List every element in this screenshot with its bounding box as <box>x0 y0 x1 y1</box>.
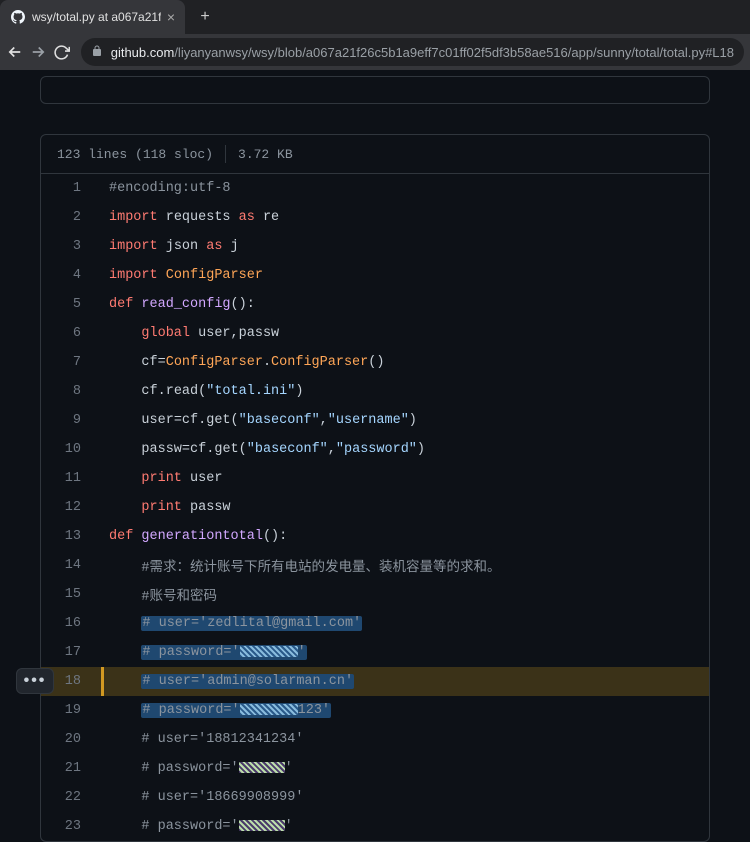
file-size: 3.72 KB <box>238 147 293 162</box>
code-area[interactable]: 1#encoding:utf-82import requests as re3i… <box>41 173 709 841</box>
line-number[interactable]: 19 <box>41 703 99 718</box>
line-number[interactable]: 15 <box>41 587 99 602</box>
line-code: # password='' <box>99 761 709 776</box>
code-line[interactable]: 8 cf.read("total.ini") <box>41 377 709 406</box>
line-code: # user='18812341234' <box>99 732 709 747</box>
github-favicon-icon <box>10 9 26 25</box>
tab-title: wsy/total.py at a067a21f26c5b1a <box>32 10 161 24</box>
line-code: user=cf.get("baseconf","username") <box>99 413 709 428</box>
code-line[interactable]: 19 # password='123' <box>41 696 709 725</box>
line-number[interactable]: 5 <box>41 297 99 312</box>
line-number[interactable]: 20 <box>41 732 99 747</box>
code-line[interactable]: 13def generationtotal(): <box>41 522 709 551</box>
code-line[interactable]: 3import json as j <box>41 232 709 261</box>
line-code: import ConfigParser <box>99 268 709 283</box>
line-number[interactable]: 9 <box>41 413 99 428</box>
code-line[interactable]: 17 # password='' <box>41 638 709 667</box>
browser-chrome: wsy/total.py at a067a21f26c5b1a × + gith… <box>0 0 750 70</box>
line-code: #账号和密码 <box>99 584 709 605</box>
line-code: # user='18669908999' <box>99 790 709 805</box>
line-code: #需求：统计账号下所有电站的发电量、装机容量等的求和。 <box>99 555 709 576</box>
line-code: print passw <box>99 500 709 515</box>
obscured-text <box>239 820 285 831</box>
prev-toolbar-placeholder <box>40 76 710 104</box>
line-number[interactable]: 16 <box>41 616 99 631</box>
url-text: github.com/liyanyanwsy/wsy/blob/a067a21f… <box>111 45 734 60</box>
code-line[interactable]: 10 passw=cf.get("baseconf","password") <box>41 435 709 464</box>
file-header: 123 lines (118 sloc) 3.72 KB <box>41 135 709 173</box>
line-actions-button[interactable]: ••• <box>16 668 54 694</box>
line-code: # user='zedlital@gmail.com' <box>99 616 709 631</box>
line-number[interactable]: 1 <box>41 181 99 196</box>
line-number[interactable]: 12 <box>41 500 99 515</box>
line-code: import json as j <box>99 239 709 254</box>
obscured-text <box>239 762 285 773</box>
line-number[interactable]: 10 <box>41 442 99 457</box>
line-code: print user <box>99 471 709 486</box>
lines-summary: 123 lines (118 sloc) <box>57 147 213 162</box>
obscured-text <box>240 646 298 657</box>
line-code: # password='123' <box>99 703 709 718</box>
code-line[interactable]: 9 user=cf.get("baseconf","username") <box>41 406 709 435</box>
code-line[interactable]: 15 #账号和密码 <box>41 580 709 609</box>
code-line[interactable]: 23 # password='' <box>41 812 709 841</box>
code-line[interactable]: 5def read_config(): <box>41 290 709 319</box>
line-code: def read_config(): <box>99 297 709 312</box>
line-code: cf.read("total.ini") <box>99 384 709 399</box>
reload-button[interactable] <box>52 38 71 66</box>
line-code: # password='' <box>99 819 709 834</box>
code-line[interactable]: 4import ConfigParser <box>41 261 709 290</box>
ellipsis-icon: ••• <box>24 672 47 690</box>
line-code: passw=cf.get("baseconf","password") <box>99 442 709 457</box>
code-line[interactable]: 18 # user='admin@solarman.cn' <box>41 667 709 696</box>
obscured-text <box>240 704 298 715</box>
tab-strip: wsy/total.py at a067a21f26c5b1a × + <box>0 0 750 34</box>
line-number[interactable]: 13 <box>41 529 99 544</box>
lock-icon <box>91 45 103 60</box>
forward-button[interactable] <box>29 38 48 66</box>
line-number[interactable]: 4 <box>41 268 99 283</box>
line-number[interactable]: 11 <box>41 471 99 486</box>
line-code: global user,passw <box>99 326 709 341</box>
url-bar[interactable]: github.com/liyanyanwsy/wsy/blob/a067a21f… <box>81 38 744 66</box>
code-line[interactable]: 20 # user='18812341234' <box>41 725 709 754</box>
code-line[interactable]: 6 global user,passw <box>41 319 709 348</box>
line-code: def generationtotal(): <box>99 529 709 544</box>
back-button[interactable] <box>6 38 25 66</box>
tab-close-icon[interactable]: × <box>167 9 175 25</box>
line-code: # password='' <box>99 645 709 660</box>
line-number[interactable]: 2 <box>41 210 99 225</box>
line-number[interactable]: 6 <box>41 326 99 341</box>
line-code: # user='admin@solarman.cn' <box>99 674 709 689</box>
code-line[interactable]: 22 # user='18669908999' <box>41 783 709 812</box>
code-line[interactable]: 21 # password='' <box>41 754 709 783</box>
code-line[interactable]: 2import requests as re <box>41 203 709 232</box>
line-code: import requests as re <box>99 210 709 225</box>
new-tab-button[interactable]: + <box>191 3 219 31</box>
line-number[interactable]: 21 <box>41 761 99 776</box>
code-line[interactable]: 12 print passw <box>41 493 709 522</box>
line-number[interactable]: 8 <box>41 384 99 399</box>
code-line[interactable]: 11 print user <box>41 464 709 493</box>
code-line[interactable]: 1#encoding:utf-8 <box>41 174 709 203</box>
line-number[interactable]: 22 <box>41 790 99 805</box>
line-number[interactable]: 14 <box>41 558 99 573</box>
line-number[interactable]: 3 <box>41 239 99 254</box>
browser-tab[interactable]: wsy/total.py at a067a21f26c5b1a × <box>0 0 185 34</box>
code-line[interactable]: 16 # user='zedlital@gmail.com' <box>41 609 709 638</box>
line-number[interactable]: 23 <box>41 819 99 834</box>
header-divider <box>225 145 226 163</box>
file-box: 123 lines (118 sloc) 3.72 KB 1#encoding:… <box>40 134 710 842</box>
code-line[interactable]: 7 cf=ConfigParser.ConfigParser() <box>41 348 709 377</box>
line-code: #encoding:utf-8 <box>99 181 709 196</box>
page-content: 123 lines (118 sloc) 3.72 KB 1#encoding:… <box>0 76 750 842</box>
line-number[interactable]: 7 <box>41 355 99 370</box>
nav-bar: github.com/liyanyanwsy/wsy/blob/a067a21f… <box>0 34 750 70</box>
code-line[interactable]: 14 #需求：统计账号下所有电站的发电量、装机容量等的求和。 <box>41 551 709 580</box>
line-code: cf=ConfigParser.ConfigParser() <box>99 355 709 370</box>
line-number[interactable]: 17 <box>41 645 99 660</box>
